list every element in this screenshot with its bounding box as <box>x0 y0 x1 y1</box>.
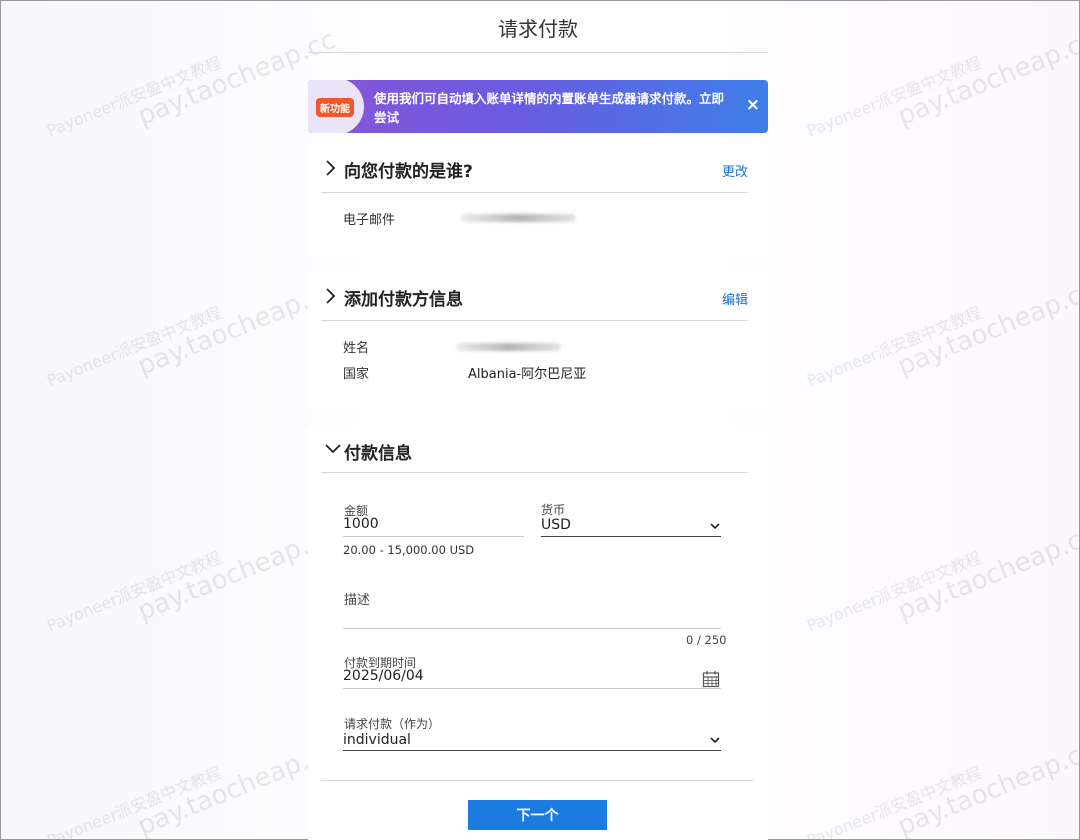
close-icon[interactable]: × <box>746 95 760 115</box>
payment-section-title: 付款信息 <box>344 444 412 464</box>
name-value-redacted <box>456 343 561 351</box>
banner-text[interactable]: 使用我们可自动填入账单详情的内置账单生成器请求付款。立即尝试 <box>374 89 734 127</box>
name-label: 姓名 <box>343 341 370 356</box>
payment-info-card-header[interactable]: 付款信息 <box>321 427 748 473</box>
watermark: Payoneer派安盈中文教程pay.taocheap.cc <box>804 25 1080 141</box>
request-as-label: 请求付款（作为） <box>344 717 441 731</box>
request-as-underline <box>343 750 721 751</box>
chevron-right-icon <box>326 160 336 176</box>
chevron-down-icon <box>325 444 341 454</box>
payer-card: 向您付款的是谁? 更改 电子邮件 <box>308 145 768 255</box>
watermark: Payoneer派安盈中文教程pay.taocheap.cc <box>804 275 1080 391</box>
watermark: Payoneer派安盈中文教程pay.taocheap.cc <box>804 735 1080 840</box>
edit-link[interactable]: 编辑 <box>722 289 748 308</box>
watermark: Payoneer派安盈中文教程pay.taocheap.cc <box>44 735 340 840</box>
page-title: 请求付款 <box>308 13 768 53</box>
country-label: 国家 <box>343 367 370 382</box>
description-label: 描述 <box>344 593 371 608</box>
watermark: Payoneer派安盈中文教程pay.taocheap.cc <box>44 520 340 636</box>
amount-range-hint: 20.00 - 15,000.00 USD <box>343 543 475 557</box>
payer-info-card-header[interactable]: 添加付款方信息 编辑 <box>321 273 748 321</box>
payment-info-card: 付款信息 金额 1000 20.00 - 15,000.00 USD 货币 US… <box>308 427 768 840</box>
watermark: Payoneer派安盈中文教程pay.taocheap.cc <box>44 25 340 141</box>
payer-info-section-title: 添加付款方信息 <box>344 290 463 310</box>
new-feature-banner[interactable]: 新功能 使用我们可自动填入账单详情的内置账单生成器请求付款。立即尝试 × <box>308 80 768 133</box>
currency-label: 货币 <box>541 503 566 517</box>
watermark: Payoneer派安盈中文教程pay.taocheap.cc <box>44 275 340 391</box>
section-divider <box>321 780 753 781</box>
payer-card-header[interactable]: 向您付款的是谁? 更改 <box>321 145 748 193</box>
currency-select[interactable]: USD <box>541 517 571 533</box>
watermark: Payoneer派安盈中文教程pay.taocheap.cc <box>804 520 1080 636</box>
description-input[interactable] <box>343 628 721 629</box>
next-button[interactable]: 下一个 <box>468 800 607 830</box>
country-value: Albania-阿尔巴尼亚 <box>468 367 587 382</box>
amount-input[interactable]: 1000 <box>343 516 379 532</box>
change-link[interactable]: 更改 <box>722 161 748 180</box>
chevron-right-icon <box>326 288 336 304</box>
payer-section-title: 向您付款的是谁? <box>344 162 473 182</box>
chevron-down-icon[interactable] <box>710 522 720 530</box>
due-date-underline <box>343 688 721 689</box>
chevron-down-icon[interactable] <box>710 736 720 744</box>
currency-underline <box>541 536 721 537</box>
due-date-input[interactable]: 2025/06/04 <box>343 668 424 684</box>
new-feature-badge: 新功能 <box>316 98 354 117</box>
payer-info-card: 添加付款方信息 编辑 姓名 国家 Albania-阿尔巴尼亚 <box>308 273 768 407</box>
calendar-icon[interactable] <box>702 670 720 688</box>
amount-underline <box>343 536 524 537</box>
email-label: 电子邮件 <box>343 213 396 228</box>
description-counter: 0 / 250 <box>686 633 727 647</box>
request-as-select[interactable]: individual <box>343 732 411 748</box>
email-value-redacted <box>461 214 576 222</box>
